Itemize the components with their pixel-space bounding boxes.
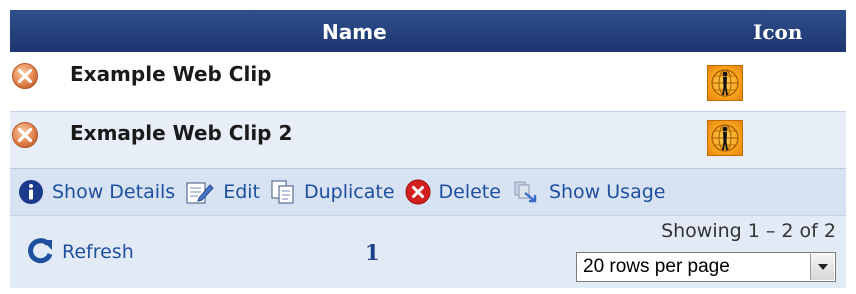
chevron-down-icon[interactable]	[810, 254, 834, 280]
show-usage-label: Show Usage	[548, 181, 666, 203]
table-row[interactable]: Example Web Clip	[10, 53, 846, 111]
column-header-icon[interactable]: Icon	[753, 20, 802, 44]
info-icon	[19, 180, 43, 204]
refresh-label: Refresh	[62, 241, 134, 263]
rows-per-page-select[interactable]: 20 rows per page	[576, 252, 836, 282]
show-usage-button[interactable]: Show Usage	[511, 179, 666, 205]
row-name: Example Web Clip	[70, 62, 272, 86]
delete-circle-icon[interactable]	[11, 121, 39, 149]
column-header-name[interactable]: Name	[322, 20, 387, 44]
rows-per-page-value: 20 rows per page	[583, 256, 730, 277]
show-details-label: Show Details	[52, 181, 176, 203]
refresh-button[interactable]: Refresh	[26, 238, 134, 266]
web-clips-grid: Name Icon Example Web Clip Exmaple Web C…	[10, 10, 846, 288]
show-details-button[interactable]: Show Details	[18, 179, 175, 205]
delete-label: Delete	[438, 181, 501, 203]
duplicate-label: Duplicate	[303, 181, 395, 203]
table-row[interactable]: Exmaple Web Clip 2	[10, 111, 846, 168]
delete-icon	[405, 179, 431, 205]
show-usage-icon	[514, 181, 537, 203]
edit-label: Edit	[223, 181, 260, 203]
delete-button[interactable]: Delete	[405, 179, 501, 205]
edit-icon	[186, 182, 214, 204]
edit-button[interactable]: Edit	[185, 179, 260, 205]
refresh-icon	[28, 238, 53, 264]
table-header: Name Icon	[10, 10, 846, 53]
globe-person-icon	[707, 120, 743, 156]
globe-person-icon	[707, 65, 743, 101]
row-name: Exmaple Web Clip 2	[70, 121, 293, 145]
delete-circle-icon[interactable]	[11, 62, 39, 90]
pager-footer: Refresh 1 Showing 1 – 2 of 2 20 rows per…	[10, 215, 846, 288]
duplicate-icon	[271, 180, 294, 204]
action-toolbar: Show Details Edit Duplicate Delete Show …	[10, 168, 846, 215]
showing-count: Showing 1 – 2 of 2	[661, 220, 836, 242]
page-number[interactable]: 1	[365, 240, 380, 265]
duplicate-button[interactable]: Duplicate	[270, 179, 395, 205]
